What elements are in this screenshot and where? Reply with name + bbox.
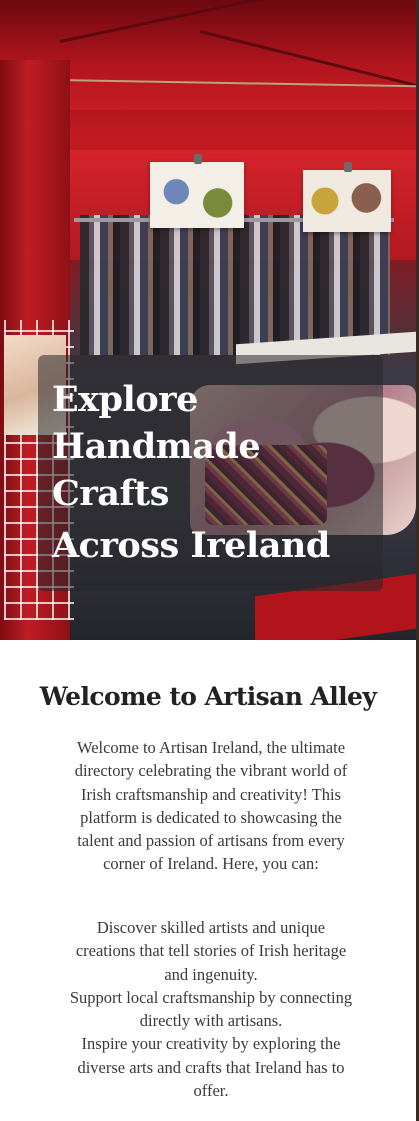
hero-title: Explore Handmade Crafts Across Ireland	[52, 376, 372, 569]
hero-title-line: Handmade	[52, 426, 261, 467]
clip-icon	[194, 154, 202, 164]
clip-icon	[344, 162, 352, 172]
hero-title-line: Explore	[52, 379, 198, 420]
page: Explore Handmade Crafts Across Ireland W…	[0, 0, 416, 1121]
hanging-print	[303, 170, 391, 232]
benefits-list: Discover skilled artists and unique crea…	[66, 916, 356, 1102]
hero-title-line: Across Ireland	[52, 525, 330, 566]
welcome-intro: Welcome to Artisan Ireland, the ultimate…	[74, 738, 348, 874]
clothing-rack	[80, 215, 390, 355]
list-item: Discover skilled artists and unique crea…	[75, 918, 347, 984]
list-item: Support local craftsmanship by connectin…	[69, 987, 353, 1031]
welcome-heading: Welcome to Artisan Alley	[39, 682, 377, 711]
hero-title-line: Crafts	[52, 473, 169, 514]
list-item: Inspire your creativity by exploring the…	[77, 1034, 345, 1101]
hero-banner: Explore Handmade Crafts Across Ireland	[0, 0, 416, 640]
hanging-print	[150, 162, 244, 228]
